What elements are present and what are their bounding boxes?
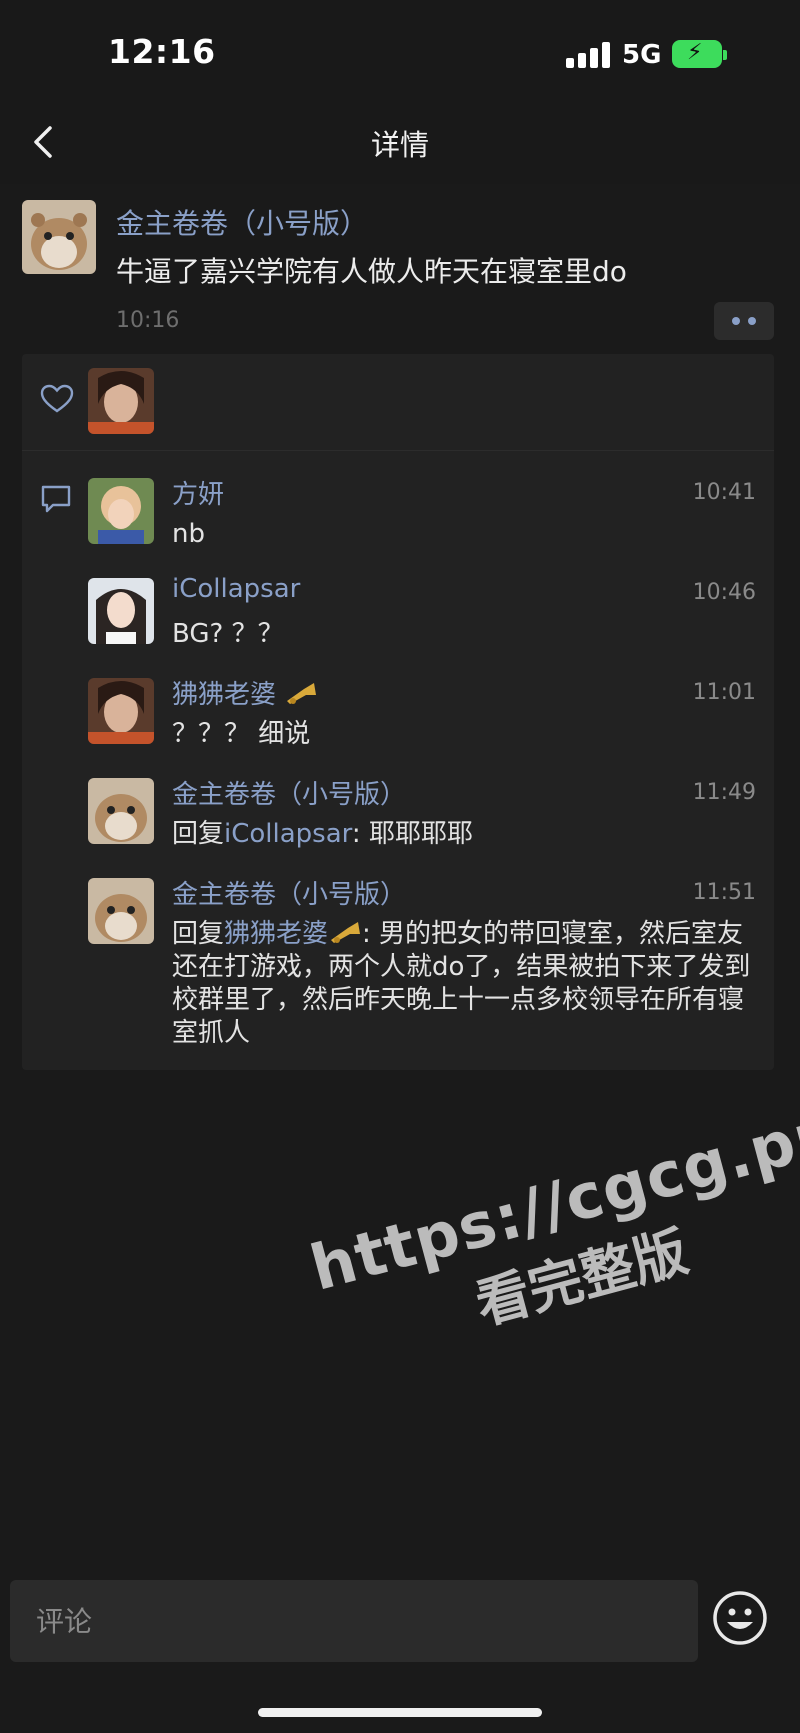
comment-input[interactable] xyxy=(10,1580,698,1662)
comment-text: 回复iCollapsar: 耶耶耶耶 xyxy=(172,819,473,849)
comment-time: 11:49 xyxy=(692,780,756,805)
watermark: https://cgcg.pro 看完整版 xyxy=(270,1021,800,1382)
trumpet-icon xyxy=(287,683,317,704)
comment-text: ？？？ 细说 xyxy=(172,719,311,749)
reply-target[interactable]: iCollapsar xyxy=(224,819,352,849)
commenter-name[interactable]: 金主卷卷（小号版） xyxy=(172,874,406,911)
comment-time: 11:51 xyxy=(692,880,756,905)
comment-text: 回复狒狒老婆: 男的把女的带回寝室，然后室友还在打游戏，两个人就do了，结果被拍… xyxy=(172,919,751,1048)
comment-icon xyxy=(41,485,71,513)
home-indicator[interactable] xyxy=(258,1708,542,1717)
comment-text: BG? ？？ xyxy=(172,619,284,649)
commenter-name[interactable]: 金主卷卷（小号版） xyxy=(172,774,406,811)
comment-text: nb xyxy=(172,519,205,549)
heart-icon xyxy=(40,384,74,413)
page-title: 详情 xyxy=(370,128,429,162)
reply-target[interactable]: 狒狒老婆 xyxy=(224,919,362,949)
signal-icon xyxy=(566,42,610,68)
author-avatar[interactable] xyxy=(22,200,96,274)
commenter-avatar[interactable] xyxy=(88,878,154,944)
battery-icon: ⚡ xyxy=(672,40,727,68)
commenter-avatar[interactable] xyxy=(88,778,154,844)
status-time: 12:16 xyxy=(108,32,216,71)
status-bar: 12:16 5G ⚡ xyxy=(0,0,800,100)
commenter-avatar[interactable] xyxy=(88,578,154,644)
commenter-name[interactable]: 狒狒老婆 xyxy=(172,674,318,711)
post-text: 牛逼了嘉兴学院有人做人昨天在寝室里do xyxy=(116,255,627,288)
nav-bar: 详情 xyxy=(0,100,800,184)
comment-time: 11:01 xyxy=(692,680,756,705)
interaction-panel: 方妍 10:41 nb iCollapsar 10:46 BG? ？？ 狒狒老婆… xyxy=(22,354,774,1070)
network-label: 5G xyxy=(622,40,662,70)
commenter-avatar[interactable] xyxy=(88,478,154,544)
post-time: 10:16 xyxy=(116,308,180,333)
comment-time: 10:41 xyxy=(692,480,756,505)
commenter-avatar[interactable] xyxy=(88,678,154,744)
commenter-name[interactable]: 方妍 xyxy=(172,474,224,511)
trumpet-icon xyxy=(331,922,361,943)
commenter-name[interactable]: iCollapsar xyxy=(172,574,300,604)
liker-avatar[interactable] xyxy=(88,368,154,434)
divider xyxy=(22,450,774,451)
author-name[interactable]: 金主卷卷（小号版） xyxy=(116,202,368,242)
more-options-button[interactable] xyxy=(714,302,774,340)
emoji-icon[interactable] xyxy=(712,1590,768,1646)
comment-time: 10:46 xyxy=(692,580,756,605)
